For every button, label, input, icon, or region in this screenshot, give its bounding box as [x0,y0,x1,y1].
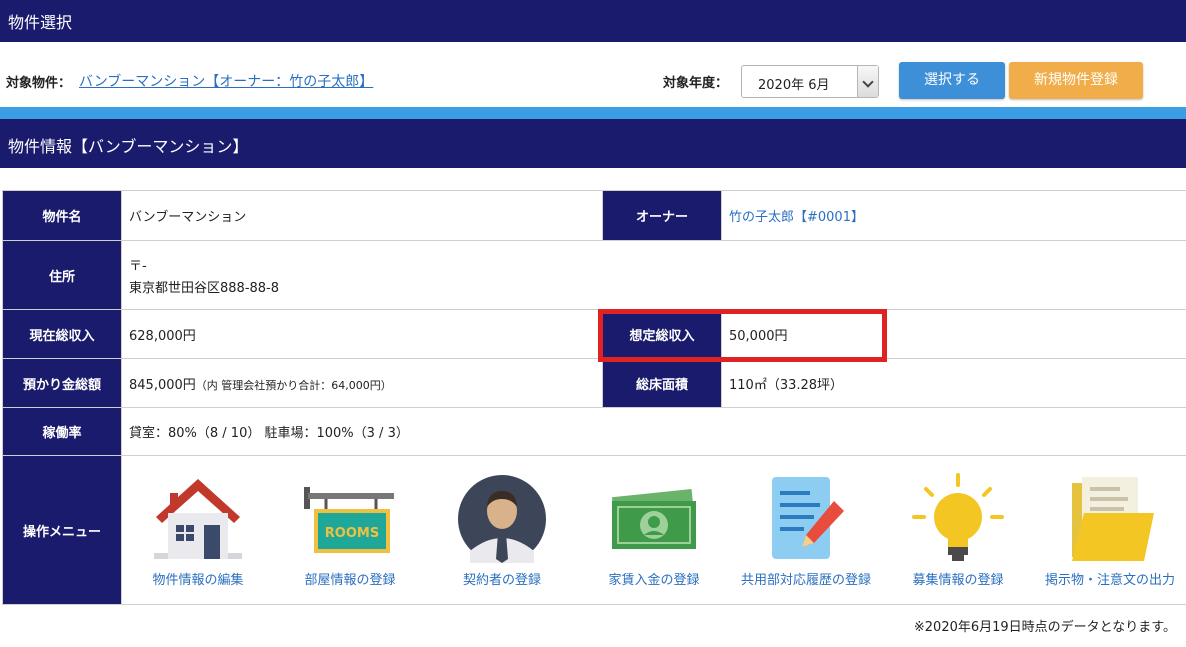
section-header-property-select: 物件選択 [0,0,1186,42]
owner-label: オーナー [602,190,722,241]
property-name-value: バンブーマンション [121,190,603,241]
menu-item-register-rooms[interactable]: ROOMS 部屋情報の登録 [275,473,425,588]
menu-label[interactable]: 物件情報の編集 [152,569,243,588]
menu-item-register-tenant[interactable]: 契約者の登録 [427,473,577,588]
floor-area-label: 総床面積 [602,358,722,408]
menu-label[interactable]: 家賃入金の登録 [608,569,699,588]
new-property-button[interactable]: 新規物件登録 [1009,62,1143,99]
property-info-table: 物件名 バンブーマンション オーナー 竹の子太郎【#0001】 住所 〒- 東京… [2,190,1186,605]
menu-label[interactable]: 契約者の登録 [463,569,541,588]
current-income-value: 628,000円 [121,309,603,359]
menu-label[interactable]: 共用部対応履歴の登録 [741,569,871,588]
year-select-value: 2020年 6月 [758,78,830,93]
divider-stripe [0,107,1186,119]
operation-menu: 物件情報の編集 ROOMS 部屋情報の登録 契約者の登録 家賃入金の登録 共用部… [122,459,1186,602]
menu-item-rent-payment[interactable]: 家賃入金の登録 [579,473,729,588]
section-title: 物件選択 [8,13,73,32]
target-property-link[interactable]: バンブーマンション【オーナー：竹の子太郎】 [79,71,373,91]
menu-item-common-area-history[interactable]: 共用部対応履歴の登録 [731,473,881,588]
section-header-property-info: 物件情報【バンブーマンション】 [0,119,1186,168]
owner-link[interactable]: 竹の子太郎【#0001】 [729,210,864,225]
postal-code: 〒- [129,258,147,274]
menu-item-edit-property[interactable]: 物件情報の編集 [123,473,273,588]
highlight-box [598,309,887,362]
money-icon [611,488,697,549]
chevron-down-icon[interactable] [857,66,878,97]
menu-label[interactable]: 部屋情報の登録 [304,569,395,588]
menu-item-recruitment[interactable]: 募集情報の登録 [883,472,1033,588]
property-name-label: 物件名 [2,190,122,241]
document-pen-icon [772,476,844,559]
data-timestamp-note: ※2020年6月19日時点のデータとなります。 [913,620,1176,635]
current-income-label: 現在総収入 [2,309,122,359]
menu-item-notice-output[interactable]: 掲示物・注意文の出力 [1035,473,1185,588]
address-text: 東京都世田谷区888-88-8 [129,280,280,296]
target-year-label: 対象年度： [663,76,729,91]
address-label: 住所 [2,240,122,310]
address-value: 〒- 東京都世田谷区888-88-8 [121,240,1186,310]
operation-menu-cell: 物件情報の編集 ROOMS 部屋情報の登録 契約者の登録 家賃入金の登録 共用部… [121,455,1186,605]
select-button[interactable]: 選択する [899,62,1005,99]
deposit-note: （内 管理会社預かり合計：64,000円） [195,378,392,392]
house-icon [154,478,242,559]
section-title: 物件情報【バンブーマンション】 [8,137,249,156]
deposit-total-label: 預かり金総額 [2,358,122,408]
lightbulb-icon [912,472,1004,561]
rooms-sign-icon: ROOMS [304,486,394,553]
deposit-total-cell: 845,000円（内 管理会社預かり合計：64,000円） [121,358,603,408]
folder-icon [1072,476,1154,561]
occupancy-label: 稼働率 [2,407,122,456]
operation-menu-label: 操作メニュー [2,455,122,605]
menu-label[interactable]: 掲示物・注意文の出力 [1045,569,1175,588]
menu-label[interactable]: 募集情報の登録 [912,569,1003,588]
floor-area-value: 110㎡（33.28坪） [721,358,1186,408]
year-select[interactable]: 2020年 6月 [741,65,879,98]
rooms-sign-text: ROOMS [325,526,379,541]
target-property-label: 対象物件： [6,76,72,91]
occupancy-value: 貸室：80%（8 / 10） 駐車場：100%（3 / 3） [121,407,1186,456]
person-icon [458,474,546,563]
deposit-total-value: 845,000円 [129,377,196,393]
